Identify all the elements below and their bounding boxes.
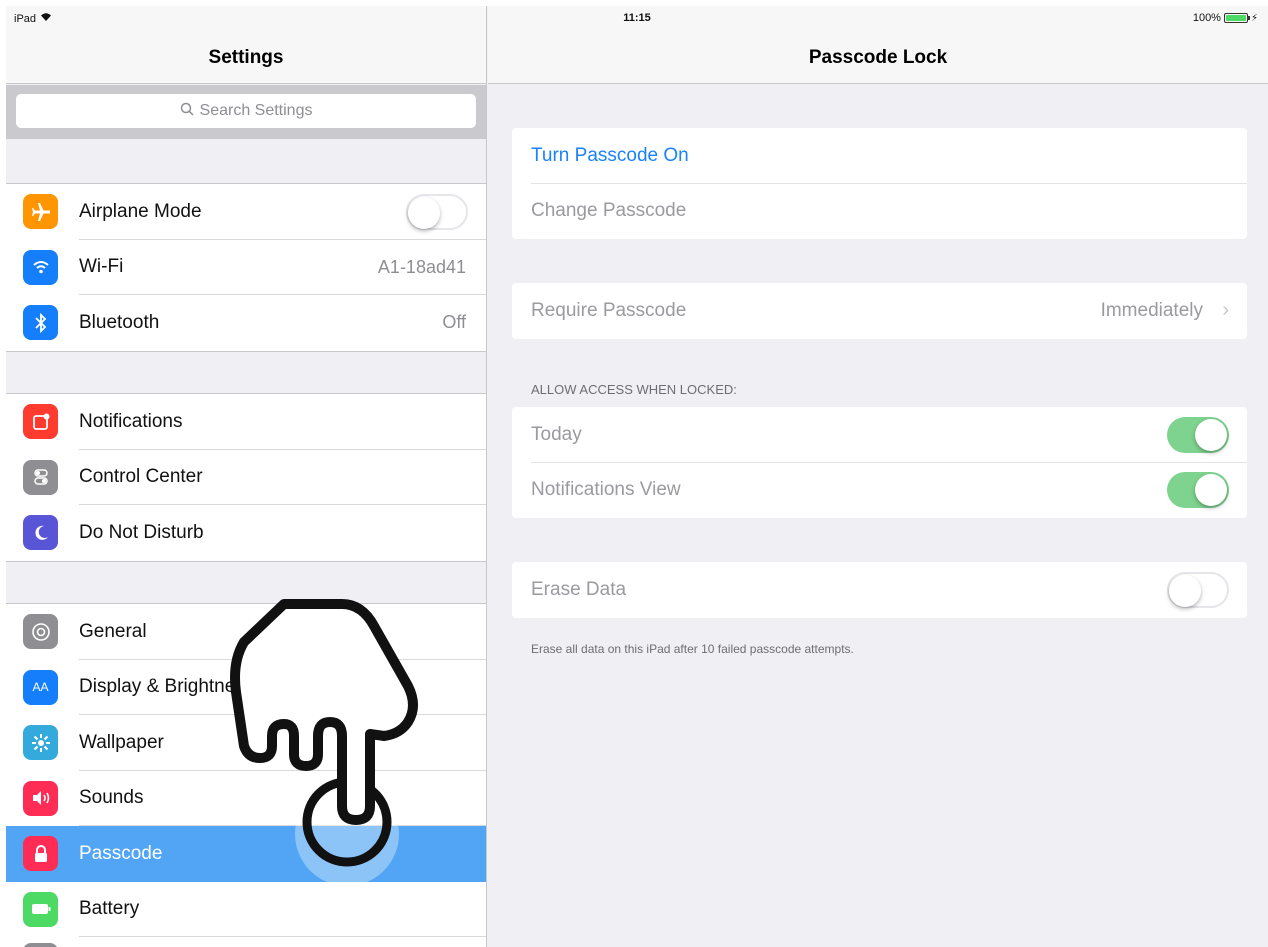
today-label: Today <box>531 423 582 445</box>
bluetooth-value: Off <box>442 312 466 333</box>
sidebar-item-label: Battery <box>79 898 140 920</box>
erase-data-toggle[interactable] <box>1167 571 1229 608</box>
sidebar-item-passcode[interactable]: Passcode <box>6 826 486 882</box>
erase-data-note: Erase all data on this iPad after 10 fai… <box>531 642 854 656</box>
sidebar-item-label: Bluetooth <box>79 311 160 333</box>
sidebar-item-label: Control Center <box>79 466 203 488</box>
sidebar-item-partial <box>6 937 486 947</box>
wifi-network-value: A1-18ad41 <box>377 256 466 277</box>
sidebar-item-label: Sounds <box>79 787 144 809</box>
change-passcode-label: Change Passcode <box>531 200 687 222</box>
today-toggle[interactable] <box>1167 416 1229 453</box>
notifications-view-label: Notifications View <box>531 479 681 501</box>
chevron-right-icon: › <box>1222 299 1229 322</box>
sidebar-item-wifi[interactable]: Wi-Fi A1-18ad41 <box>6 240 486 295</box>
gear-icon <box>23 614 58 650</box>
wallpaper-icon <box>23 725 58 761</box>
sidebar-item-airplane-mode[interactable]: Airplane Mode <box>6 184 486 240</box>
settings-group-notifications: Notifications Control Center Do Not Dist… <box>6 393 486 562</box>
passcode-actions-group: Turn Passcode On Change Passcode <box>512 128 1247 239</box>
change-passcode-button[interactable]: Change Passcode <box>512 184 1247 240</box>
status-bar: iPad 11:15 100% ⚡ <box>6 6 1268 30</box>
search-placeholder: Search Settings <box>199 102 313 119</box>
notifications-view-toggle[interactable] <box>1167 472 1229 509</box>
battery-percent: 100% <box>1192 12 1221 24</box>
today-row: Today <box>512 407 1247 463</box>
airplane-icon <box>23 194 58 230</box>
sidebar-item-wallpaper[interactable]: Wallpaper <box>6 715 486 771</box>
bluetooth-icon <box>23 305 58 341</box>
charging-icon: ⚡ <box>1250 12 1258 24</box>
sidebar-item-label: Display & Brightness <box>79 676 255 698</box>
allow-access-header: ALLOW ACCESS WHEN LOCKED: <box>531 382 737 397</box>
sidebar-item-general[interactable]: General <box>6 604 486 660</box>
sidebar-item-bluetooth[interactable]: Bluetooth Off <box>6 295 486 351</box>
erase-data-group: Erase Data <box>512 562 1247 618</box>
sidebar-title: Settings <box>208 47 284 68</box>
battery-status-icon <box>1223 13 1250 23</box>
sidebar-item-notifications[interactable]: Notifications <box>6 394 486 450</box>
sidebar-item-display-brightness[interactable]: AA Display & Brightness <box>6 660 486 715</box>
sidebar-item-label: Passcode <box>79 842 163 864</box>
moon-icon <box>23 515 58 551</box>
sidebar-item-control-center[interactable]: Control Center <box>6 450 486 505</box>
search-input[interactable]: Search Settings <box>16 94 476 128</box>
sidebar-item-label: Do Not Disturb <box>79 521 204 543</box>
search-icon <box>180 102 194 121</box>
sidebar-item-sounds[interactable]: Sounds <box>6 771 486 826</box>
sidebar-item-do-not-disturb[interactable]: Do Not Disturb <box>6 505 486 561</box>
sidebar-item-battery[interactable]: Battery <box>6 882 486 937</box>
require-passcode-label: Require Passcode <box>531 299 687 321</box>
erase-data-label: Erase Data <box>531 578 627 600</box>
erase-data-row: Erase Data <box>512 562 1247 618</box>
require-passcode-value: Immediately <box>1100 299 1203 321</box>
airplane-mode-toggle[interactable] <box>406 193 468 230</box>
settings-group-general: General AA Display & Brightness Wallpape… <box>6 603 486 947</box>
settings-window: iPad 11:15 100% ⚡ Settings Search Settin… <box>6 6 1268 947</box>
sound-icon <box>23 780 58 816</box>
wifi-icon <box>23 249 58 285</box>
battery-icon <box>23 891 58 927</box>
require-passcode-row[interactable]: Require Passcode Immediately › <box>512 283 1247 339</box>
settings-group-connectivity: Airplane Mode Wi-Fi A1-18ad41 Bluetooth … <box>6 183 486 352</box>
sidebar-item-label: Airplane Mode <box>79 200 202 222</box>
control-center-icon <box>23 459 58 495</box>
settings-sidebar: Settings Search Settings Airplane Mode W… <box>6 6 487 947</box>
sidebar-item-label: Wallpaper <box>79 731 164 753</box>
privacy-icon <box>23 943 58 947</box>
sidebar-item-label: Wi-Fi <box>79 256 124 278</box>
display-icon: AA <box>23 669 58 705</box>
allow-access-group: Today Notifications View <box>512 407 1247 518</box>
sidebar-item-label: Notifications <box>79 410 183 432</box>
passcode-detail-pane: Passcode Lock Turn Passcode On Change Pa… <box>488 6 1268 947</box>
status-time: 11:15 <box>623 12 651 24</box>
notifications-view-row: Notifications View <box>512 463 1247 519</box>
sidebar-item-label: General <box>79 620 147 642</box>
notifications-icon <box>23 404 58 440</box>
lock-icon <box>23 836 58 872</box>
require-passcode-group: Require Passcode Immediately › <box>512 283 1247 339</box>
turn-passcode-on-label: Turn Passcode On <box>531 144 689 166</box>
turn-passcode-on-button[interactable]: Turn Passcode On <box>512 128 1247 184</box>
detail-title: Passcode Lock <box>808 47 948 68</box>
search-bar-container: Search Settings <box>6 85 486 139</box>
